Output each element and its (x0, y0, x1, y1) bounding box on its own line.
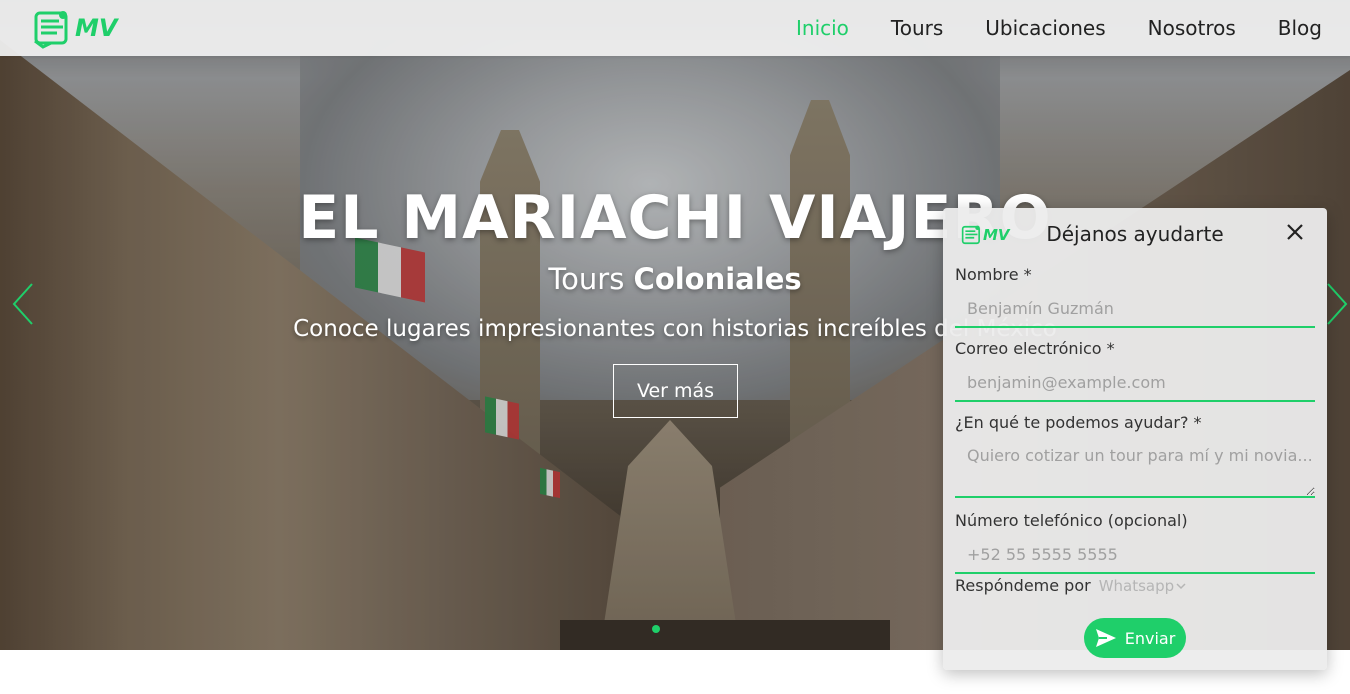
email-label: Correo electrónico * (955, 339, 1115, 358)
send-icon (1095, 629, 1116, 647)
send-label: Enviar (1124, 628, 1176, 648)
aztec-logo-icon (34, 11, 68, 49)
hero-subtitle-prefix: Tours (548, 262, 625, 296)
nav-item-blog[interactable]: Blog (1278, 16, 1322, 40)
carousel-prev-button[interactable] (10, 282, 38, 325)
chevron-left-icon (12, 283, 33, 325)
message-label: ¿En qué te podemos ayudar? * (955, 413, 1202, 432)
respond-label: Respóndeme por (955, 576, 1091, 595)
nav-item-tours[interactable]: Tours (891, 16, 943, 40)
respond-row: Respóndeme por Whatsapp (955, 576, 1186, 595)
send-button[interactable]: Enviar (1084, 618, 1186, 658)
nav-item-nosotros[interactable]: Nosotros (1148, 16, 1236, 40)
close-panel-button[interactable] (1283, 220, 1307, 244)
help-panel: MV Déjanos ayudarte Nombre * Correo elec… (943, 208, 1327, 670)
brand-logo[interactable]: MV (33, 7, 117, 49)
main-nav: Inicio Tours Ubicaciones Nosotros Blog (754, 0, 1322, 56)
name-label: Nombre * (955, 265, 1032, 284)
respond-channel-select[interactable]: Whatsapp (1099, 577, 1186, 595)
respond-channel-value: Whatsapp (1098, 576, 1175, 595)
email-input[interactable] (955, 364, 1315, 402)
carousel-indicator[interactable] (652, 625, 660, 633)
hero-subtitle-bold: Coloniales (633, 262, 802, 296)
navbar: MV Inicio Tours Ubicaciones Nosotros Blo… (0, 0, 1350, 56)
phone-label: Número telefónico (opcional) (955, 511, 1188, 530)
name-input[interactable] (955, 290, 1315, 328)
ver-mas-button[interactable]: Ver más (613, 364, 738, 418)
carousel-indicators (652, 625, 660, 633)
phone-input[interactable] (955, 536, 1315, 574)
nav-item-ubicaciones[interactable]: Ubicaciones (985, 16, 1105, 40)
brand-logo-text: MV (75, 14, 118, 42)
panel-title: Déjanos ayudarte (1046, 222, 1224, 246)
nav-item-inicio[interactable]: Inicio (796, 16, 849, 40)
close-icon (1287, 224, 1303, 240)
chevron-down-icon (1176, 582, 1186, 589)
message-textarea[interactable] (955, 436, 1315, 498)
